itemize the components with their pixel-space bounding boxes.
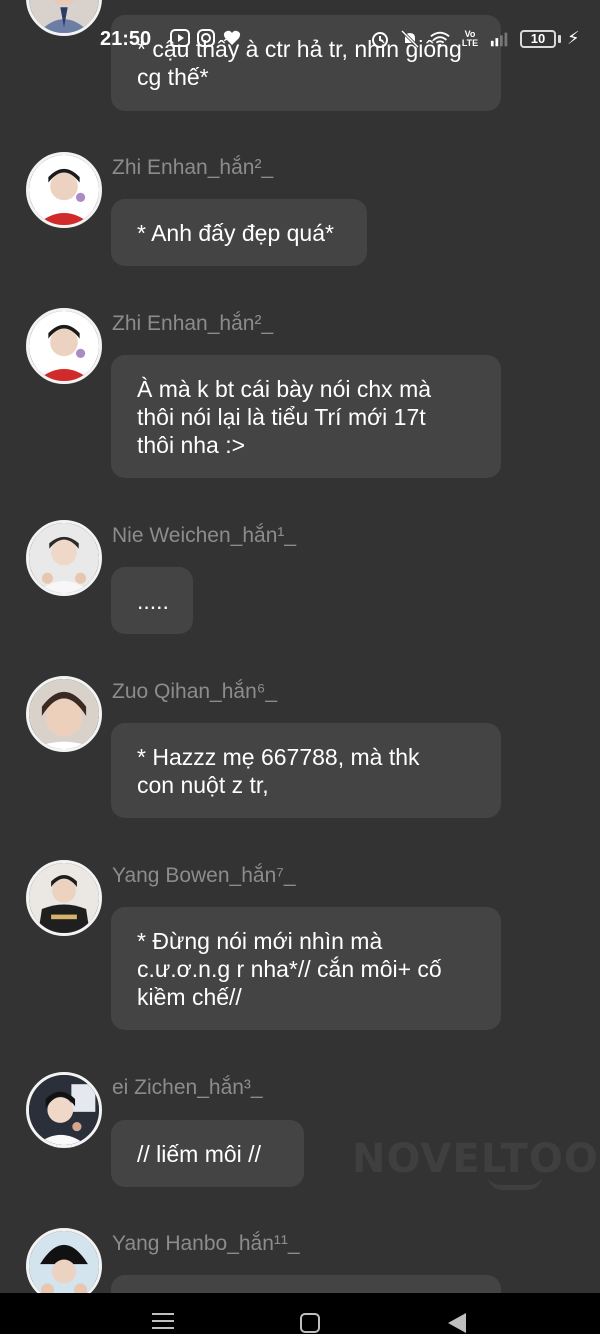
message-bubble[interactable]: * Anh đấy đẹp quá* <box>111 199 367 266</box>
sender-name: Zhi Enhan_hắn²_ <box>112 156 274 179</box>
avatar[interactable] <box>26 308 102 384</box>
sender-name: Yang Hanbo_hắn¹¹_ <box>112 1232 300 1255</box>
message-text: * Đừng nói mới nhìn mà c.ư.ơ.n.g r nha*/… <box>137 927 442 1010</box>
message-bubble[interactable]: À mà k bt cái bày nói chx mà thôi nói lạ… <box>111 355 501 478</box>
avatar[interactable] <box>26 676 102 752</box>
message-text: ..... <box>137 587 169 614</box>
message-bubble[interactable]: * cậu thấy à ctr hả tr, nhìn giống cg th… <box>111 15 501 111</box>
message-text: À mà k bt cái bày nói chx mà thôi nói lạ… <box>137 375 432 458</box>
message-bubble[interactable]: * Hazzz mẹ 667788, mà thk con nuột z tr, <box>111 723 501 818</box>
avatar[interactable] <box>26 0 102 36</box>
battery-indicator: 10 ⚡ <box>520 28 580 49</box>
charging-icon: ⚡ <box>567 28 580 48</box>
sender-name: Yang Bowen_hắn⁷_ <box>112 864 296 887</box>
sender-name: ei Zichen_hắn³_ <box>112 1076 263 1099</box>
back-icon[interactable] <box>448 1313 466 1333</box>
home-icon[interactable] <box>300 1313 320 1333</box>
chat-screen: * cậu thấy à ctr hả tr, nhìn giống cg th… <box>0 0 600 1334</box>
message-text: * cậu thấy à ctr hả tr, nhìn giống cg th… <box>137 36 462 90</box>
sender-name: Zhi Enhan_hắn²_ <box>112 312 274 335</box>
sender-name: Nie Weichen_hắn¹_ <box>112 524 297 547</box>
watermark-smile-icon <box>488 1176 542 1190</box>
avatar[interactable] <box>26 1072 102 1148</box>
watermark-logo: NOVELTOON <box>352 1136 600 1182</box>
sender-name: Zuo Qihan_hắn⁶_ <box>112 680 278 703</box>
navigation-bar <box>0 1293 600 1334</box>
battery-level: 10 <box>520 29 556 48</box>
message-text: // liếm môi // <box>137 1140 261 1167</box>
message-bubble[interactable]: // liếm môi // <box>111 1120 304 1187</box>
message-text: * Anh đấy đẹp quá* <box>137 219 334 246</box>
message-bubble[interactable]: * Đừng nói mới nhìn mà c.ư.ơ.n.g r nha*/… <box>111 907 501 1030</box>
message-bubble[interactable]: ..... <box>111 567 193 634</box>
menu-icon[interactable] <box>152 1313 174 1334</box>
avatar[interactable] <box>26 152 102 228</box>
message-text: * Hazzz mẹ 667788, mà thk con nuột z tr, <box>137 743 420 798</box>
avatar[interactable] <box>26 520 102 596</box>
avatar[interactable] <box>26 860 102 936</box>
